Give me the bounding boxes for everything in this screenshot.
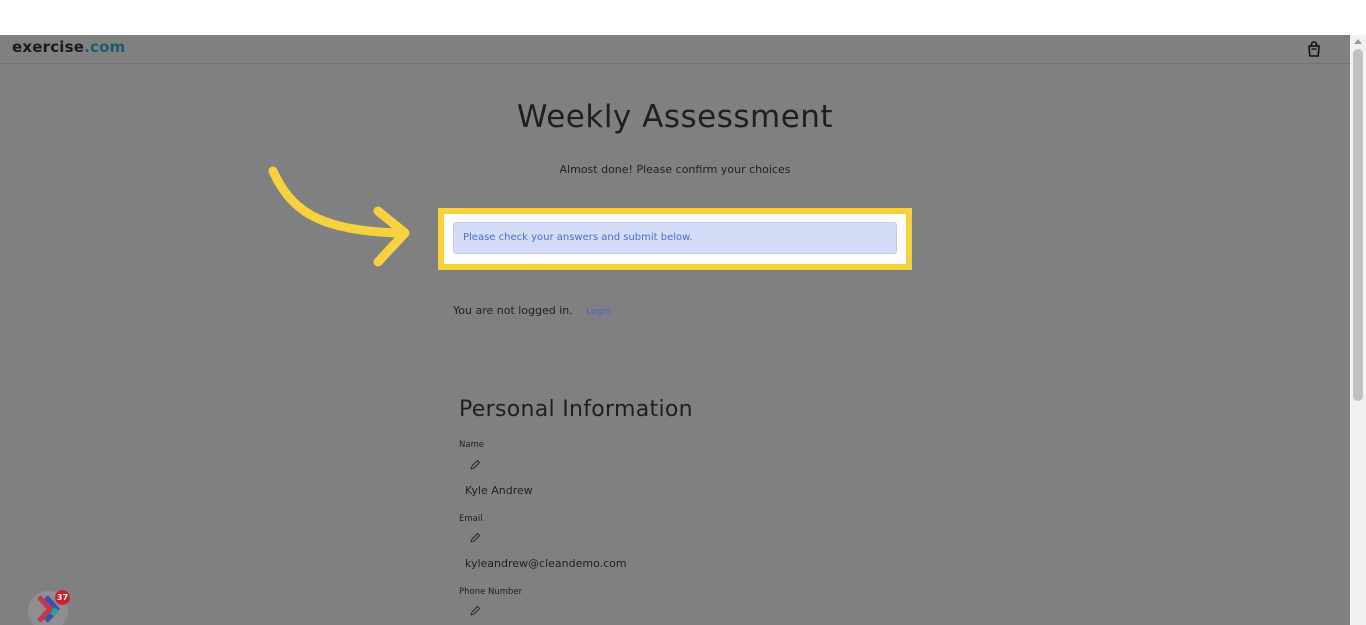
pointer-arrow-icon	[268, 166, 410, 267]
notification-badge: 37	[55, 590, 70, 605]
brand-tld: .com	[84, 38, 126, 56]
page-subtitle: Almost done! Please confirm your choices	[559, 163, 791, 176]
field-value-email: kyleandrew@cleandemo.com	[465, 557, 627, 570]
pencil-icon[interactable]	[469, 532, 481, 544]
vertical-scrollbar[interactable]	[1350, 35, 1366, 625]
scroll-thumb[interactable]	[1353, 49, 1363, 401]
field-label-email: Email	[459, 514, 483, 524]
login-status: You are not logged in. Login	[453, 304, 611, 317]
field-label-phone: Phone Number	[459, 587, 523, 597]
login-status-text: You are not logged in.	[453, 304, 573, 317]
page-title: Weekly Assessment	[516, 99, 834, 135]
login-link[interactable]: Login	[586, 307, 610, 317]
field-value-name: Kyle Andrew	[465, 484, 533, 497]
page-viewport: exercise.com Weekly Assessment Almost do…	[0, 35, 1350, 625]
pencil-icon[interactable]	[469, 459, 481, 471]
top-whitespace	[0, 0, 1366, 35]
scroll-up-arrow-icon[interactable]	[1354, 39, 1362, 44]
brand-logo[interactable]: exercise.com	[12, 38, 125, 56]
field-label-name: Name	[459, 440, 485, 450]
section-title-personal-info: Personal Information	[459, 397, 693, 422]
pencil-icon[interactable]	[469, 605, 481, 617]
info-alert: Please check your answers and submit bel…	[453, 222, 897, 254]
navbar: exercise.com	[0, 35, 1350, 64]
highlight-frame: Please check your answers and submit bel…	[438, 208, 912, 270]
shopping-bag-icon[interactable]	[1305, 40, 1323, 58]
brand-name: exercise	[12, 38, 85, 56]
